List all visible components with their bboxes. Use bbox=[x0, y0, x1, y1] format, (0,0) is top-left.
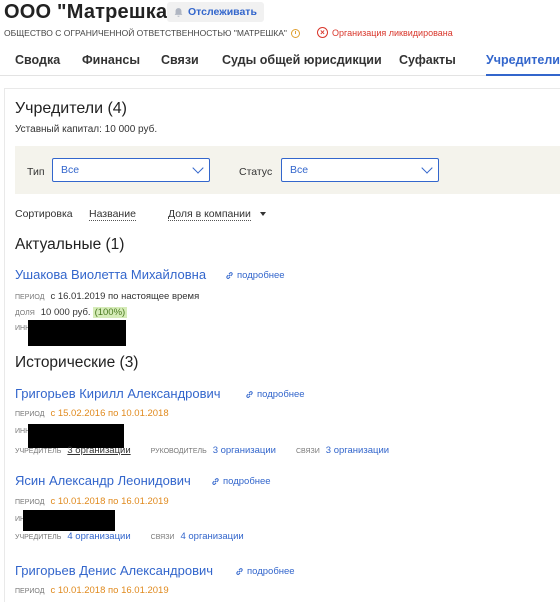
link-icon bbox=[236, 568, 243, 575]
sort-by-share[interactable]: Доля в компании bbox=[168, 208, 251, 221]
tab-summary[interactable]: Сводка bbox=[15, 46, 60, 76]
relations-row: учредитель 4 организации связи 4 организ… bbox=[15, 531, 244, 542]
period-label: период bbox=[15, 588, 45, 595]
link-icon bbox=[212, 478, 219, 485]
founder-label: учредитель bbox=[15, 534, 62, 541]
period-row: период с 10.01.2018 по 16.01.2019 bbox=[15, 496, 169, 507]
chevron-down-icon bbox=[421, 162, 433, 174]
tab-courts[interactable]: Суды общей юрисдикции bbox=[222, 46, 382, 76]
status-filter-label: Статус bbox=[239, 166, 273, 178]
period-value: с 10.01.2018 по 16.01.2019 bbox=[50, 585, 169, 596]
org-header: ООО "Матрешка" Отслеживать ОБЩЕСТВО С ОГ… bbox=[0, 0, 560, 46]
more-link[interactable]: подробнее bbox=[235, 566, 295, 577]
status-select[interactable]: Все bbox=[281, 158, 439, 182]
tab-finance[interactable]: Финансы bbox=[82, 46, 140, 76]
redacted-inn bbox=[28, 320, 126, 346]
period-label: период bbox=[15, 411, 45, 418]
period-label: период bbox=[15, 294, 45, 301]
person-name-link[interactable]: Григорьев Кирилл Александрович bbox=[15, 386, 221, 401]
period-label: период bbox=[15, 499, 45, 506]
type-select-value: Все bbox=[61, 164, 80, 176]
historic-section-title: Исторические (3) bbox=[15, 354, 139, 371]
x-circle-icon: × bbox=[317, 27, 328, 38]
founder-orgs-link[interactable]: 3 организации bbox=[67, 445, 130, 456]
org-full-name-text: ОБЩЕСТВО С ОГРАНИЧЕННОЙ ОТВЕТСТВЕННОСТЬЮ… bbox=[4, 28, 287, 38]
share-value: 10 000 руб. bbox=[40, 307, 91, 318]
redacted-inn bbox=[23, 510, 115, 531]
tab-links[interactable]: Связи bbox=[161, 46, 199, 76]
tab-founders[interactable]: Учредители bbox=[486, 46, 560, 76]
head-orgs-link[interactable]: 3 организации bbox=[213, 445, 276, 456]
share-row: доля 10 000 руб. (100%) bbox=[15, 307, 128, 318]
period-row: период с 10.01.2018 по 16.01.2019 bbox=[15, 585, 169, 596]
clock-icon bbox=[290, 28, 300, 38]
sort-by-name[interactable]: Название bbox=[89, 208, 136, 221]
actual-section-title: Актуальные (1) bbox=[15, 236, 125, 253]
tab-bar: Сводка Финансы Связи Суды общей юрисдикц… bbox=[0, 46, 560, 76]
more-link-label: подробнее bbox=[257, 389, 305, 400]
links-orgs-link[interactable]: 4 организации bbox=[180, 531, 243, 542]
period-value: с 15.02.2016 по 10.01.2018 bbox=[50, 408, 169, 419]
founder-label: учредитель bbox=[15, 448, 62, 455]
liquidated-text: Организация ликвидирована bbox=[332, 27, 453, 38]
share-label: доля bbox=[15, 310, 35, 317]
period-value: с 16.01.2019 по настоящее время bbox=[50, 291, 200, 302]
follow-button-label: Отслеживать bbox=[188, 6, 257, 18]
more-link[interactable]: подробнее bbox=[245, 389, 305, 400]
link-icon bbox=[226, 272, 233, 279]
more-link[interactable]: подробнее bbox=[211, 476, 271, 487]
person-name-link[interactable]: Григорьев Денис Александрович bbox=[15, 563, 213, 578]
links-label: связи bbox=[295, 448, 320, 455]
period-row: период с 15.02.2016 по 10.01.2018 bbox=[15, 408, 169, 419]
authorized-capital: Уставный капитал: 10 000 руб. bbox=[15, 124, 158, 135]
follow-button[interactable]: Отслеживать bbox=[167, 2, 264, 22]
caret-down-icon[interactable] bbox=[260, 212, 266, 216]
liquidated-badge: × Организация ликвидирована bbox=[317, 27, 453, 38]
more-link-label: подробнее bbox=[223, 476, 271, 487]
period-row: период с 16.01.2019 по настоящее время bbox=[15, 291, 199, 302]
page-title: ООО "Матрешка" bbox=[4, 1, 177, 23]
person-name-link[interactable]: Ясин Александр Леонидович bbox=[15, 473, 191, 488]
founders-title: Учредители (4) bbox=[15, 100, 128, 117]
tab-facts[interactable]: Суфакты bbox=[399, 46, 456, 76]
org-full-name: ОБЩЕСТВО С ОГРАНИЧЕННОЙ ОТВЕТСТВЕННОСТЬЮ… bbox=[4, 28, 300, 38]
type-select[interactable]: Все bbox=[52, 158, 210, 182]
sort-label: Сортировка bbox=[15, 208, 73, 220]
person-name-link[interactable]: Ушакова Виолетта Михайловна bbox=[15, 267, 206, 282]
more-link[interactable]: подробнее bbox=[225, 270, 285, 281]
more-link-label: подробнее bbox=[247, 566, 295, 577]
bell-icon bbox=[174, 7, 183, 17]
link-icon bbox=[246, 391, 253, 398]
more-link-label: подробнее bbox=[237, 270, 285, 281]
type-filter-label: Тип bbox=[27, 166, 45, 178]
head-label: руководитель bbox=[150, 448, 207, 455]
share-percent-badge: (100%) bbox=[92, 307, 128, 318]
period-value: с 10.01.2018 по 16.01.2019 bbox=[50, 496, 169, 507]
status-select-value: Все bbox=[290, 164, 309, 176]
chevron-down-icon bbox=[192, 162, 204, 174]
links-orgs-link[interactable]: 3 организации bbox=[326, 445, 389, 456]
links-label: связи bbox=[150, 534, 175, 541]
relations-row: учредитель 3 организации руководитель 3 … bbox=[15, 445, 389, 456]
filter-bar: Тип Все Статус Все bbox=[15, 146, 560, 194]
founder-orgs-link[interactable]: 4 организации bbox=[67, 531, 130, 542]
